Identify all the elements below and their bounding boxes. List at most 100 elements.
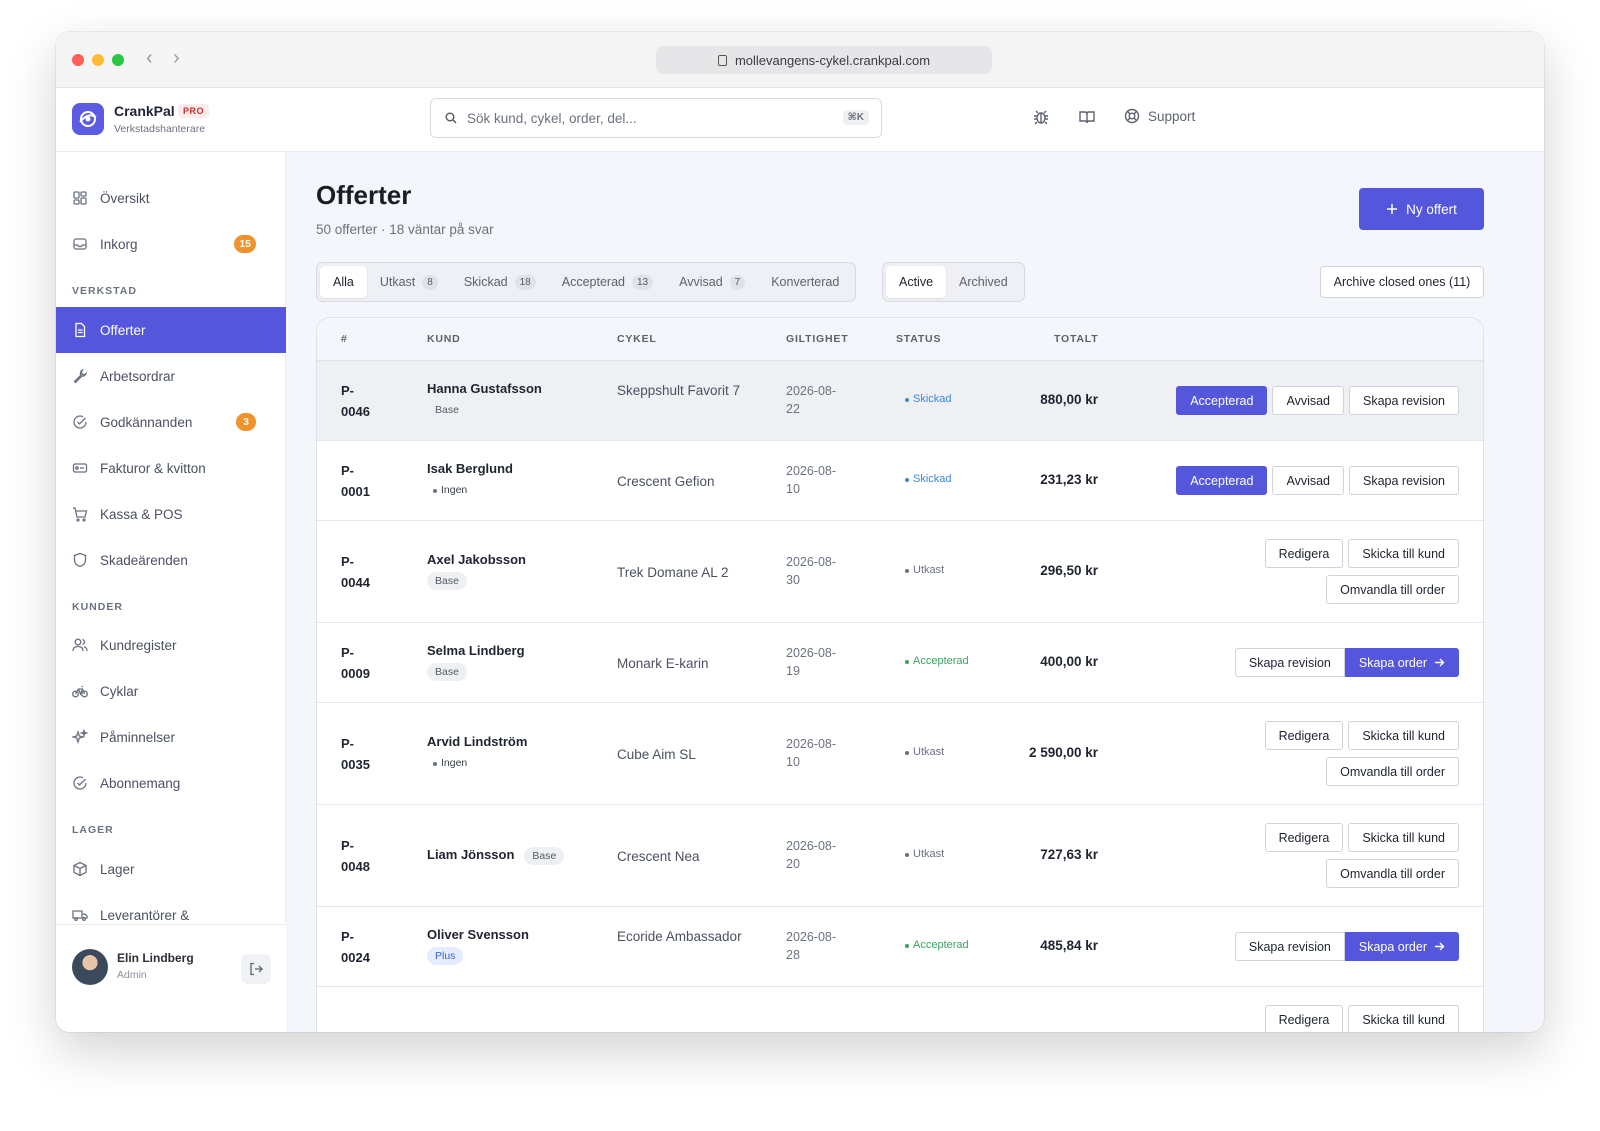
minimize-window-button[interactable] xyxy=(92,54,104,66)
reject-button[interactable]: Avvisad xyxy=(1272,466,1344,495)
quote-id[interactable]: P-0048 xyxy=(341,835,381,877)
quote-id[interactable]: P-0024 xyxy=(341,926,381,968)
send-to-customer-button[interactable]: Skicka till kund xyxy=(1348,539,1459,568)
table-row[interactable]: P-0001 Isak Berglund Ingen Crescent Gefion 2… xyxy=(317,441,1483,521)
sidebar-item-lager[interactable]: Lager xyxy=(56,846,286,892)
tab-avvisad[interactable]: Avvisad 7 xyxy=(666,266,758,298)
quote-id[interactable]: P-0001 xyxy=(341,460,381,502)
action-group: Skapa revision Skapa order xyxy=(1234,648,1459,677)
sidebar-item-fakturor[interactable]: Fakturor & kvitton xyxy=(56,445,286,491)
create-revision-button[interactable]: Skapa revision xyxy=(1349,466,1459,495)
arrow-right-icon xyxy=(1435,942,1445,951)
search-input[interactable] xyxy=(467,110,827,126)
validity-date: 2026-08-10 xyxy=(786,737,837,769)
sidebar-item-paminnelser[interactable]: Påminnelser xyxy=(56,714,286,760)
send-to-customer-button[interactable]: Skicka till kund xyxy=(1348,1005,1459,1032)
back-arrow-icon[interactable]: ‹ xyxy=(146,47,153,70)
column-header-total[interactable]: TOTALT xyxy=(1054,333,1098,345)
sidebar-item-kassa[interactable]: Kassa & POS xyxy=(56,491,286,537)
quote-id[interactable]: P-0035 xyxy=(341,733,381,775)
accept-button[interactable]: Accepterad xyxy=(1176,386,1268,415)
truck-icon xyxy=(72,910,88,921)
create-revision-button[interactable]: Skapa revision xyxy=(1349,386,1459,415)
column-header-customer[interactable]: KUND xyxy=(427,333,461,345)
convert-to-order-button[interactable]: Omvandla till order xyxy=(1326,757,1459,786)
customer-name[interactable]: Arvid Lindström Ingen xyxy=(427,734,527,772)
customer-name[interactable]: Isak Berglund Ingen xyxy=(427,461,513,499)
tab-konverterad[interactable]: Konverterad xyxy=(758,266,852,298)
status-badge: Accepterad xyxy=(905,939,969,951)
convert-to-order-button[interactable]: Omvandla till order xyxy=(1326,575,1459,604)
support-link[interactable]: Support xyxy=(1124,108,1195,124)
customer-name[interactable]: Hanna Gustafsson Base xyxy=(427,381,542,419)
table-row[interactable]: P-0044 Axel Jakobsson Base Trek Domane AL 2… xyxy=(317,521,1483,623)
convert-to-order-button[interactable]: Omvandla till order xyxy=(1326,859,1459,888)
column-header-id[interactable]: # xyxy=(341,333,348,345)
tab-alla[interactable]: Alla xyxy=(320,266,367,298)
customer-name[interactable]: Selma Lindberg Base xyxy=(427,643,525,681)
send-to-customer-button[interactable]: Skicka till kund xyxy=(1348,721,1459,750)
edit-button[interactable]: Redigera xyxy=(1264,823,1344,852)
table-row[interactable]: P-0035 Arvid Lindström Ingen Cube Aim SL 202… xyxy=(317,703,1483,805)
crankpal-logo-icon[interactable] xyxy=(72,103,104,135)
table-row[interactable]: Redigera Skicka till kund xyxy=(317,987,1483,1032)
membership-badge: Ingen xyxy=(427,481,475,499)
tab-skickad[interactable]: Skickad 18 xyxy=(451,266,549,298)
edit-button[interactable]: Redigera xyxy=(1264,1005,1344,1032)
send-to-customer-button[interactable]: Skicka till kund xyxy=(1348,823,1459,852)
create-order-button[interactable]: Skapa order xyxy=(1344,932,1459,961)
action-group: Omvandla till order xyxy=(1326,575,1459,604)
sidebar-item-abonnemang[interactable]: Abonnemang xyxy=(56,760,286,806)
sidebar-item-skadearenden[interactable]: Skadeärenden xyxy=(56,537,286,583)
column-header-bike[interactable]: CYKEL xyxy=(617,333,657,345)
table-row[interactable]: P-0009 Selma Lindberg Base Monark E-karin 20… xyxy=(317,623,1483,703)
create-order-button[interactable]: Skapa order xyxy=(1344,648,1459,677)
logout-button[interactable] xyxy=(241,954,271,984)
table-row[interactable]: P-0048 Liam Jönsson Base Crescent Nea 2026-0… xyxy=(317,805,1483,907)
bug-report-icon[interactable] xyxy=(1032,108,1050,131)
wrench-icon xyxy=(73,368,88,384)
sidebar-item-inkorg[interactable]: Inkorg 15 xyxy=(56,221,286,267)
tab-utkast[interactable]: Utkast 8 xyxy=(367,266,451,298)
quote-id[interactable]: P-0046 xyxy=(341,380,381,422)
action-group: Omvandla till order xyxy=(1326,859,1459,888)
sidebar-item-cyklar[interactable]: Cyklar xyxy=(56,668,286,714)
create-revision-button[interactable]: Skapa revision xyxy=(1234,648,1345,677)
global-search[interactable]: ⌘K xyxy=(430,98,882,138)
url-text: mollevangens-cykel.crankpal.com xyxy=(734,52,931,68)
edit-button[interactable]: Redigera xyxy=(1264,539,1344,568)
maximize-window-button[interactable] xyxy=(112,54,124,66)
sidebar-item-oversikt[interactable]: Översikt xyxy=(56,175,286,221)
sidebar-item-arbetsordrar[interactable]: Arbetsordrar xyxy=(56,353,286,399)
quote-id[interactable]: P-0044 xyxy=(341,551,381,593)
docs-book-icon[interactable] xyxy=(1078,108,1096,131)
accept-button[interactable]: Accepterad xyxy=(1176,466,1268,495)
customer-name[interactable]: Liam Jönsson Base xyxy=(427,847,565,865)
reject-button[interactable]: Avvisad xyxy=(1272,386,1344,415)
column-header-validity[interactable]: GILTIGHET xyxy=(786,333,848,345)
avatar[interactable] xyxy=(72,949,108,985)
quotes-table: # KUND CYKEL GILTIGHET STATUS TOTALT P-0… xyxy=(316,317,1484,1032)
row-actions: Skapa revision Skapa order xyxy=(1234,932,1459,961)
table-row[interactable]: P-0046 Hanna Gustafsson Base Skeppshult Fav… xyxy=(317,361,1483,441)
sidebar-item-offerter[interactable]: Offerter xyxy=(56,307,286,353)
address-bar[interactable]: mollevangens-cykel.crankpal.com xyxy=(656,46,992,74)
tab-accepterad[interactable]: Accepterad 13 xyxy=(549,266,666,298)
customer-name[interactable]: Axel Jakobsson Base xyxy=(427,552,526,590)
action-group: Redigera Skicka till kund xyxy=(1264,1005,1459,1032)
column-header-status[interactable]: STATUS xyxy=(896,333,941,345)
close-window-button[interactable] xyxy=(72,54,84,66)
tab-active[interactable]: Active xyxy=(886,266,947,298)
tab-archived[interactable]: Archived xyxy=(946,266,1021,298)
table-row[interactable]: P-0024 Oliver Svensson Plus Ecoride Ambassa… xyxy=(317,907,1483,987)
create-revision-button[interactable]: Skapa revision xyxy=(1234,932,1345,961)
sidebar-item-godkannanden[interactable]: Godkännanden 3 xyxy=(56,399,286,445)
customer-name[interactable]: Oliver Svensson Plus xyxy=(427,927,529,965)
new-quote-button[interactable]: Ny offert xyxy=(1359,188,1484,230)
sidebar-item-kundregister[interactable]: Kundregister xyxy=(56,622,286,668)
edit-button[interactable]: Redigera xyxy=(1264,721,1344,750)
user-profile[interactable]: Elin Lindberg Admin xyxy=(56,924,286,1032)
quote-id[interactable]: P-0009 xyxy=(341,642,381,684)
forward-arrow-icon[interactable]: › xyxy=(173,47,180,70)
archive-closed-button[interactable]: Archive closed ones (11) xyxy=(1320,266,1484,298)
